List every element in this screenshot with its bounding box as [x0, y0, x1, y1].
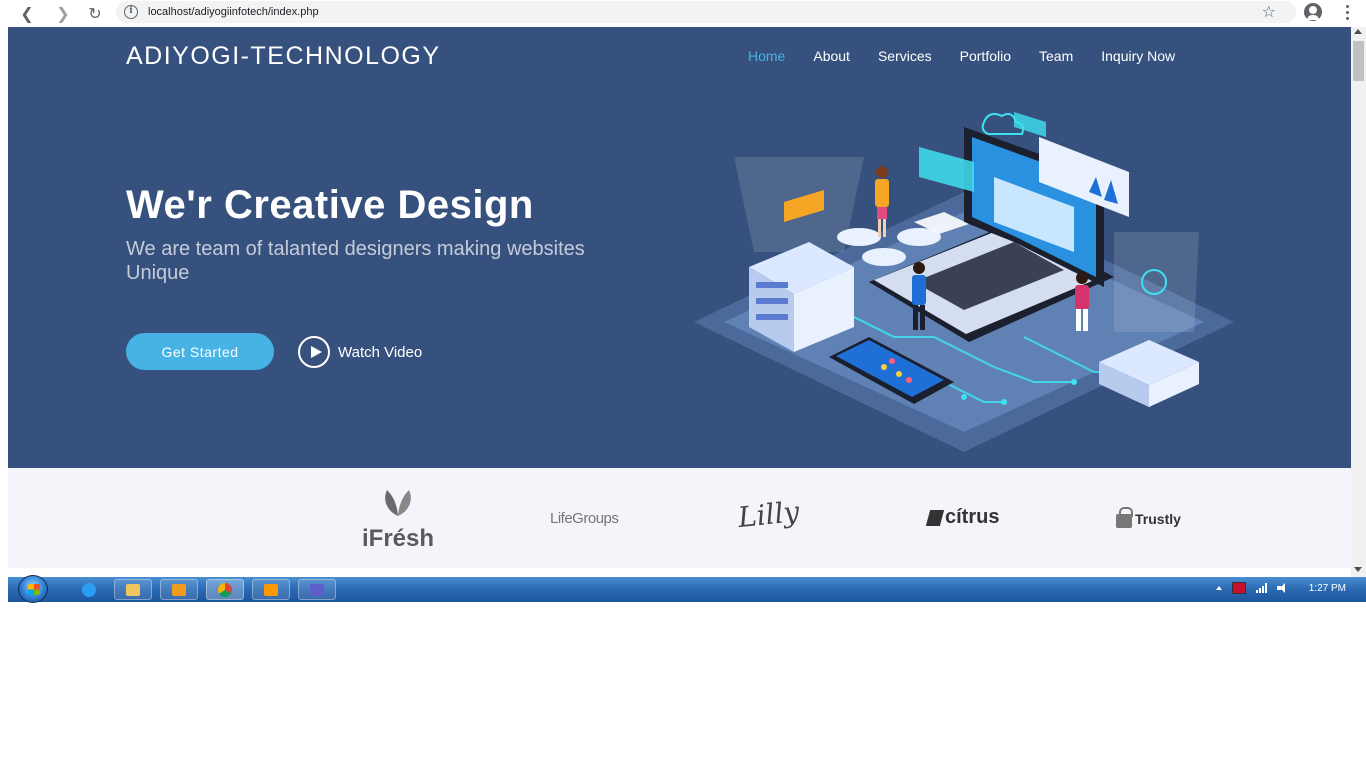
nav-home[interactable]: Home [748, 48, 785, 64]
play-icon[interactable] [298, 336, 330, 368]
internet-explorer-icon[interactable] [70, 579, 108, 600]
windows-explorer-icon[interactable] [114, 579, 152, 600]
client-logo-citrus: cítrus [925, 506, 1000, 529]
action-center-flag-icon[interactable] [1231, 582, 1246, 594]
client-logo-trustly: Trustly [1116, 507, 1181, 528]
menu-icon[interactable] [1340, 3, 1354, 21]
media-player-icon[interactable] [160, 579, 198, 600]
url-text[interactable]: localhost/adiyogiinfotech/index.php [148, 6, 319, 18]
clients-strip: iFrésh LifeGroups Lilly cítrus Trustly [8, 468, 1351, 568]
watch-video-button[interactable]: Watch Video [298, 336, 422, 368]
address-bar[interactable]: i localhost/adiyogiinfotech/index.php ☆ [116, 1, 1296, 23]
trustly-label: Trustly [1135, 511, 1181, 527]
teams-icon[interactable] [298, 579, 336, 600]
hero-illustration [694, 112, 1234, 452]
nav-portfolio[interactable]: Portfolio [960, 48, 1011, 64]
system-tray: 1:27 PM [1215, 582, 1346, 594]
hero-subline: We are team of talanted designers making… [126, 238, 585, 284]
hero-headline: We'r Creative Design [126, 183, 534, 227]
back-icon[interactable]: ❮ [16, 2, 38, 24]
client-logo-lifegroups: LifeGroups [550, 510, 619, 527]
network-signal-icon[interactable] [1255, 583, 1267, 593]
sublime-text-icon[interactable] [252, 579, 290, 600]
taskbar-clock[interactable]: 1:27 PM [1309, 583, 1346, 594]
reload-icon[interactable]: ↻ [84, 2, 106, 24]
chrome-icon[interactable] [206, 579, 244, 600]
nav-inquiry[interactable]: Inquiry Now [1101, 48, 1175, 64]
ifresh-leaf-icon [385, 490, 411, 516]
scroll-up-icon[interactable] [1354, 29, 1362, 34]
page-scrollbar[interactable] [1351, 27, 1366, 577]
nav-services[interactable]: Services [878, 48, 932, 64]
taskbar: 1:27 PM [8, 575, 1366, 603]
forward-icon[interactable]: ❯ [52, 2, 74, 24]
site-brand[interactable]: ADIYOGI-TECHNOLOGY [126, 42, 441, 71]
hero-section: ADIYOGI-TECHNOLOGY Home About Services P… [8, 27, 1351, 468]
citrus-mark-icon [925, 509, 945, 526]
client-logo-lilly: Lilly [736, 494, 801, 535]
get-started-button[interactable]: Get Started [126, 333, 274, 370]
citrus-label: cítrus [945, 506, 1000, 528]
account-icon[interactable] [1304, 3, 1322, 21]
watch-video-label[interactable]: Watch Video [338, 344, 422, 361]
lock-icon [1116, 507, 1133, 528]
info-icon[interactable]: i [124, 5, 138, 19]
main-nav: Home About Services Portfolio Team Inqui… [748, 48, 1203, 64]
star-icon[interactable]: ☆ [1262, 2, 1276, 21]
client-logo-ifresh: iFrésh [358, 488, 438, 553]
start-button[interactable] [18, 575, 48, 603]
volume-icon[interactable] [1276, 583, 1289, 593]
ifresh-label: iFrésh [361, 525, 435, 552]
nav-team[interactable]: Team [1039, 48, 1073, 64]
browser-toolbar: ❮ ❯ ↻ i localhost/adiyogiinfotech/index.… [0, 0, 1366, 26]
scroll-thumb[interactable] [1353, 41, 1364, 81]
nav-about[interactable]: About [813, 48, 850, 64]
show-hidden-icons-icon[interactable] [1215, 586, 1222, 590]
scroll-down-icon[interactable] [1354, 567, 1362, 572]
